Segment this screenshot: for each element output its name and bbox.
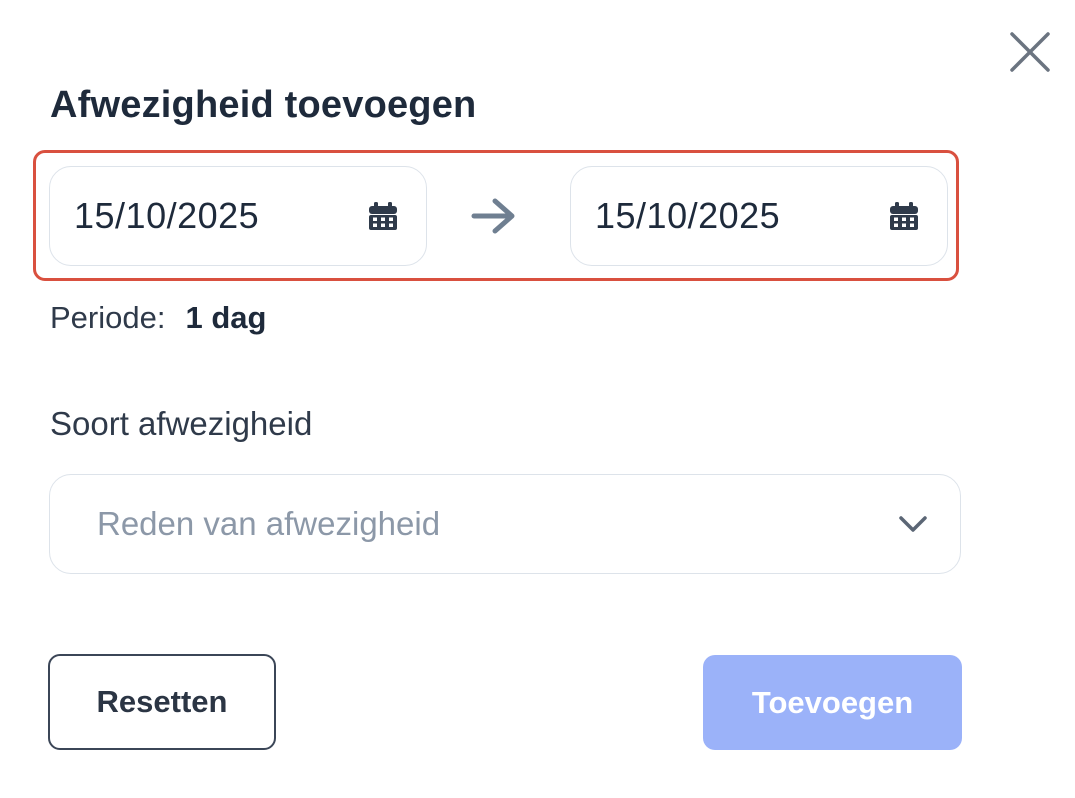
close-icon[interactable] — [1008, 30, 1052, 74]
chevron-down-icon[interactable] — [896, 507, 930, 541]
start-date-value[interactable]: 15/10/2025 — [74, 195, 366, 237]
absence-type-select[interactable]: Reden van afwezigheid — [49, 474, 961, 574]
calendar-icon[interactable] — [366, 199, 400, 233]
period-summary: Periode: 1 dag — [50, 300, 266, 336]
calendar-icon[interactable] — [887, 199, 921, 233]
arrow-right-icon — [470, 192, 518, 240]
absence-type-placeholder: Reden van afwezigheid — [97, 505, 441, 542]
reset-button[interactable]: Resetten — [48, 654, 276, 750]
end-date-value[interactable]: 15/10/2025 — [595, 195, 887, 237]
start-date-input[interactable]: 15/10/2025 — [49, 166, 427, 266]
close-button[interactable] — [1002, 24, 1058, 80]
dialog-title: Afwezigheid toevoegen — [50, 84, 477, 126]
absence-type-label: Soort afwezigheid — [50, 405, 313, 442]
period-value: 1 dag — [185, 300, 267, 335]
add-button[interactable]: Toevoegen — [703, 655, 962, 750]
end-date-input[interactable]: 15/10/2025 — [570, 166, 948, 266]
period-label: Periode: — [50, 300, 166, 335]
